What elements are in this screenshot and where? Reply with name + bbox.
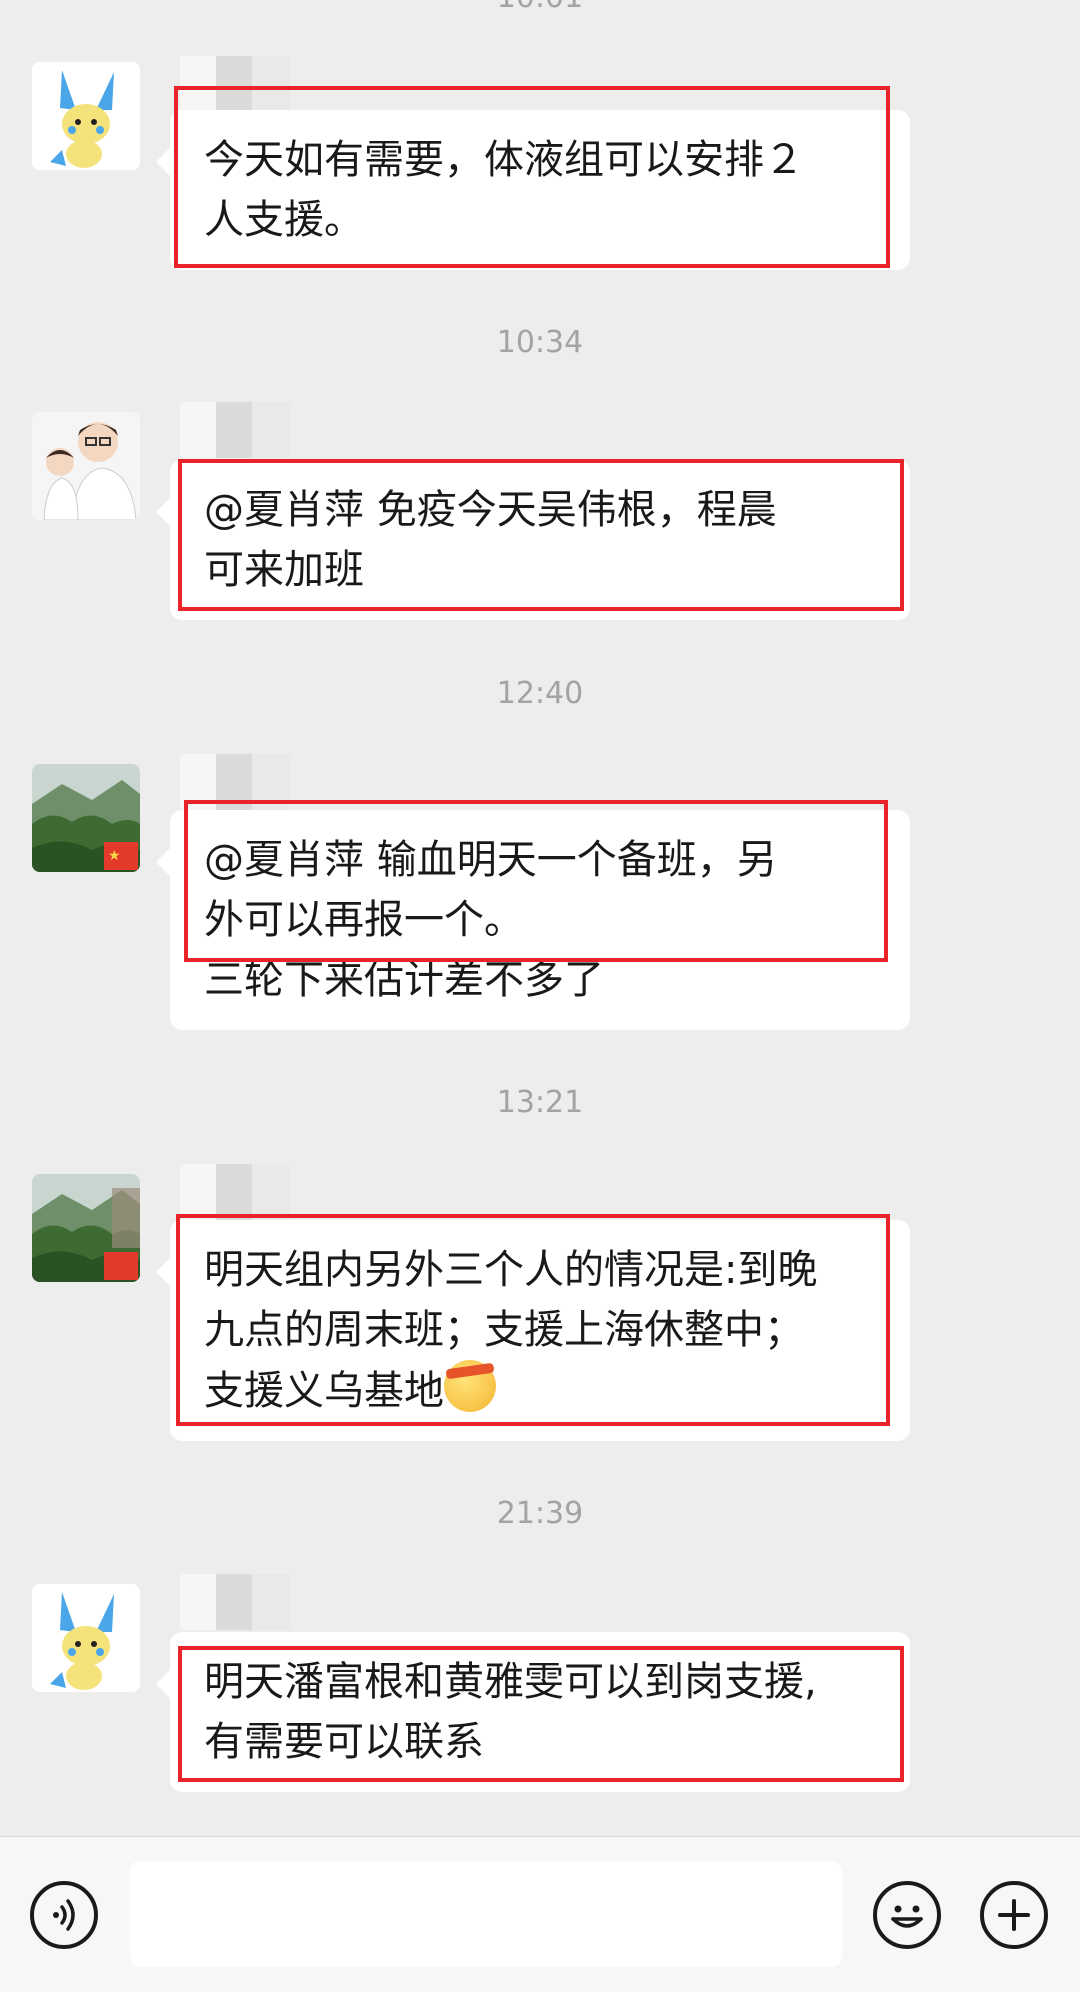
highlight-box	[174, 86, 890, 268]
highlight-box	[184, 800, 888, 962]
mountain-photo-icon	[32, 1174, 140, 1282]
blurred-sender-name	[180, 1164, 290, 1220]
plus-button[interactable]	[980, 1881, 1048, 1949]
timestamp: 21:39	[496, 1496, 584, 1531]
timestamp: 12:40	[496, 676, 584, 711]
pikachu-icon	[32, 1584, 140, 1692]
emoji-button[interactable]	[873, 1881, 941, 1949]
plus-icon	[998, 1899, 1030, 1931]
svg-text:★: ★	[108, 848, 121, 864]
mountain-photo-icon: ★	[32, 764, 140, 872]
blurred-sender-name	[180, 1574, 290, 1630]
sender-avatar[interactable]	[32, 1174, 140, 1282]
voice-button[interactable]	[30, 1881, 98, 1949]
voice-icon	[53, 1899, 75, 1931]
timestamp: 13:21	[496, 1085, 584, 1120]
sender-avatar[interactable]	[32, 412, 140, 520]
blurred-sender-name	[180, 402, 290, 458]
sender-avatar[interactable]	[32, 62, 140, 170]
input-bar	[0, 1836, 1080, 1992]
timestamp: 10:34	[496, 325, 584, 360]
emoji-icon	[891, 1905, 923, 1928]
highlight-box	[178, 459, 904, 611]
message-input[interactable]	[130, 1861, 842, 1967]
timestamp: 10:01	[0, 0, 1080, 18]
cartoon-family-icon	[32, 412, 140, 520]
highlight-box	[178, 1646, 904, 1782]
sender-avatar[interactable]	[32, 1584, 140, 1692]
chat-area[interactable]: 10:01 今天如有需要，体液组可以安排２ 人支援。 10:34	[0, 0, 1080, 1836]
sender-avatar[interactable]: ★	[32, 764, 140, 872]
highlight-box	[176, 1214, 890, 1426]
pikachu-icon	[32, 62, 140, 170]
